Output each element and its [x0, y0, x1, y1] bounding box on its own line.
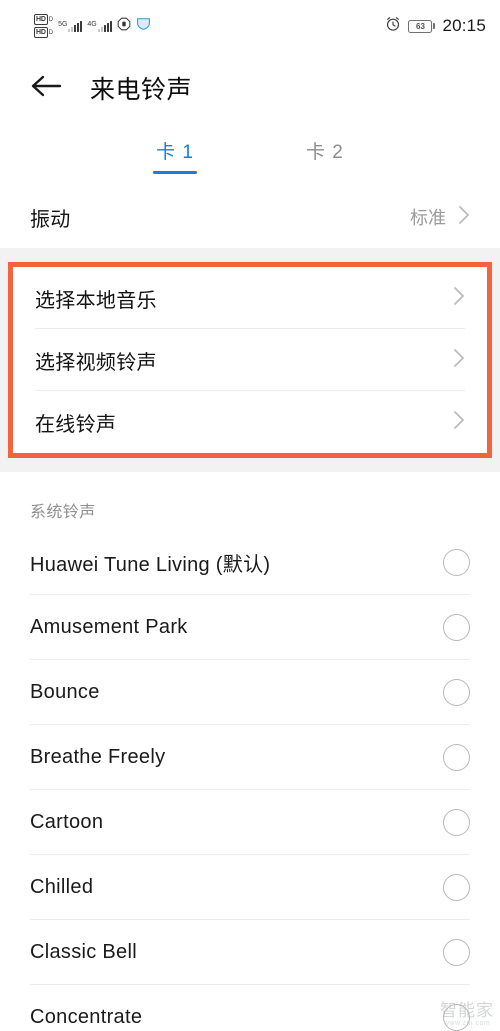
- radio-button[interactable]: [443, 744, 470, 771]
- radio-button[interactable]: [443, 614, 470, 641]
- radio-button[interactable]: [443, 809, 470, 836]
- battery-percent-label: 63: [416, 21, 425, 31]
- ringtone-label: Huawei Tune Living (默认): [30, 554, 271, 576]
- vibration-section: 振动 标准: [0, 186, 500, 248]
- online-ringtone-label: 在线铃声: [35, 413, 117, 436]
- tab-sim-2[interactable]: 卡 2: [306, 137, 344, 174]
- system-ringtones-header: 系统铃声: [0, 472, 500, 530]
- ringtone-label: Bounce: [30, 681, 100, 703]
- vibration-right: 标准: [410, 204, 470, 230]
- radio-button[interactable]: [443, 549, 470, 576]
- system-ringtones-header-label: 系统铃声: [30, 504, 96, 521]
- list-item[interactable]: Chilled: [0, 855, 500, 920]
- chevron-right-icon: [453, 348, 465, 373]
- volte-sub-label: D: [48, 29, 54, 36]
- select-video-ringtone-row[interactable]: 选择视频铃声: [13, 329, 487, 391]
- volte-sub-label: D: [48, 16, 54, 23]
- vibration-label: 振动: [30, 208, 71, 231]
- list-item[interactable]: Bounce: [0, 660, 500, 725]
- hd-icon: HD: [34, 27, 48, 38]
- network-type-label-4g: 4G: [87, 20, 97, 28]
- hd-icon: HD: [34, 14, 48, 25]
- ringtone-label: Cartoon: [30, 811, 104, 833]
- select-local-music-label: 选择本地音乐: [35, 289, 157, 312]
- volte-badge-sim1: HD D: [34, 14, 53, 25]
- signal-bars-icon: [68, 20, 83, 32]
- list-item[interactable]: Concentrate: [0, 985, 500, 1031]
- page-title: 来电铃声: [90, 76, 193, 104]
- select-local-music-row[interactable]: 选择本地音乐: [13, 267, 487, 329]
- tab-sim-1[interactable]: 卡 1: [156, 137, 194, 174]
- vibration-value: 标准: [410, 208, 446, 228]
- phone-screen: HD D HD D 5G 4G 63 20:15 来电铃声 卡 1 卡 2 振动…: [0, 0, 500, 1031]
- radio-button[interactable]: [443, 1004, 470, 1031]
- list-item[interactable]: Amusement Park: [0, 595, 500, 660]
- select-video-ringtone-label: 选择视频铃声: [35, 351, 157, 374]
- alarm-icon: [385, 16, 401, 37]
- list-item[interactable]: Breathe Freely: [0, 725, 500, 790]
- system-ringtones-section: 系统铃声 Huawei Tune Living (默认) Amusement P…: [0, 472, 500, 1031]
- list-item[interactable]: Cartoon: [0, 790, 500, 855]
- section-gap: [0, 248, 500, 262]
- ringtone-label: Amusement Park: [30, 616, 188, 638]
- network-type-label-5g: 5G: [58, 20, 68, 28]
- chevron-right-icon: [458, 205, 470, 230]
- volte-badge-sim2: HD D: [34, 27, 53, 38]
- highlight-wrapper: 选择本地音乐 选择视频铃声 在线铃声: [0, 262, 500, 458]
- radio-button[interactable]: [443, 874, 470, 901]
- ringtone-label: Chilled: [30, 876, 94, 898]
- status-bar: HD D HD D 5G 4G 63 20:15: [0, 0, 500, 52]
- battery-cap: [433, 23, 436, 29]
- status-bar-clock: 20:15: [442, 16, 486, 35]
- sim-tab-bar: 卡 1 卡 2: [0, 124, 500, 186]
- ringtone-label: Breathe Freely: [30, 746, 166, 768]
- back-arrow-icon[interactable]: [30, 73, 62, 104]
- shield-icon: [136, 17, 151, 35]
- battery-icon: 63: [408, 19, 436, 33]
- ringtone-label: Concentrate: [30, 1006, 143, 1028]
- radio-button[interactable]: [443, 679, 470, 706]
- status-bar-left: HD D HD D 5G 4G: [34, 14, 151, 38]
- chevron-right-icon: [453, 410, 465, 435]
- list-item[interactable]: Huawei Tune Living (默认): [0, 530, 500, 595]
- radio-button[interactable]: [443, 939, 470, 966]
- vibration-row[interactable]: 振动 标准: [0, 186, 500, 248]
- mute-icon: [117, 17, 131, 36]
- chevron-right-icon: [453, 286, 465, 311]
- signal-5g-group: 5G: [58, 20, 83, 32]
- section-gap: [0, 458, 500, 472]
- online-ringtone-row[interactable]: 在线铃声: [13, 391, 487, 453]
- ringtone-label: Classic Bell: [30, 941, 137, 963]
- signal-bars-icon: [97, 20, 112, 32]
- status-bar-right: 63 20:15: [385, 16, 486, 37]
- battery-body: 63: [408, 19, 433, 33]
- signal-4g-group: 4G: [87, 20, 112, 32]
- list-item[interactable]: Classic Bell: [0, 920, 500, 985]
- volte-indicators: HD D HD D: [34, 14, 53, 38]
- ringtone-source-highlight-box: 选择本地音乐 选择视频铃声 在线铃声: [8, 262, 492, 458]
- page-header: 来电铃声: [0, 52, 500, 124]
